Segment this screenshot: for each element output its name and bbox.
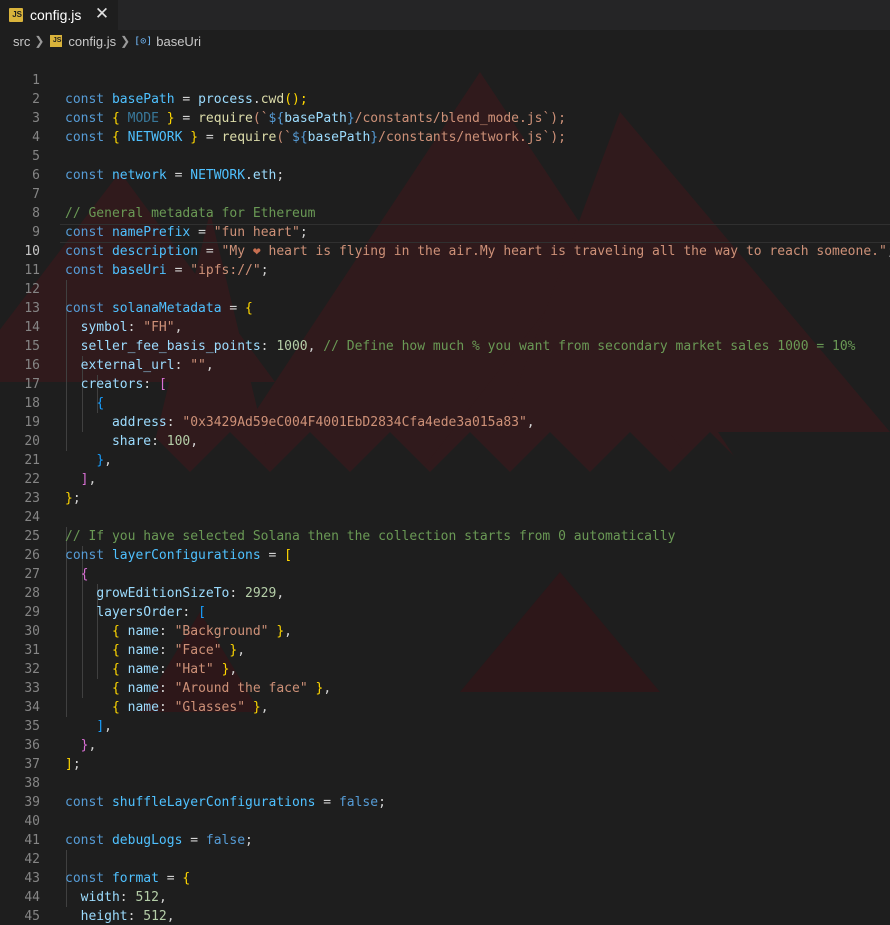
code-line: 35 }, (0, 698, 96, 753)
code-line: 37 (0, 736, 40, 772)
code-line: 9 const description = "My ❤ heart is fly… (0, 204, 890, 259)
code-line: 45 smoothing: false, (0, 888, 40, 924)
code-line: 25 const layerConfigurations = [ (0, 508, 292, 563)
code-line: 13 symbol: "FH", (0, 280, 182, 335)
breadcrumb-symbol[interactable]: baseUri (156, 34, 201, 49)
code-line: 4 (0, 109, 40, 145)
code-line: 33 { name: "Glasses" }, (0, 660, 268, 715)
code-line: 26 { (0, 527, 88, 582)
code-line: 30 { name: "Face" }, (0, 603, 245, 658)
breadcrumb: src ❯ JS config.js ❯ [⊙] baseUri (0, 30, 890, 52)
code-line: 8 const namePrefix = "fun heart"; (0, 185, 307, 240)
breadcrumb-folder[interactable]: src (13, 34, 30, 49)
code-line: 42 const format = { (0, 831, 190, 886)
code-line: 40 const debugLogs = false; (0, 793, 253, 848)
code-line: 34 ], (0, 679, 112, 734)
code-line: 17 { (0, 356, 104, 411)
code-line: 18 address: "0x3429Ad59eC004F4001EbD2834… (0, 375, 534, 430)
code-line: 39 (0, 774, 40, 810)
code-line: 38 const shuffleLayerConfigurations = fa… (0, 755, 386, 810)
code-line: 32 { name: "Around the face" }, (0, 641, 331, 696)
code-line: 44 height: 512, (0, 869, 174, 924)
code-line: 28 layersOrder: [ (0, 565, 206, 620)
javascript-file-icon: JS (50, 35, 63, 47)
code-line: 15 external_url: "", (0, 318, 213, 373)
heart-emoji: ❤ (252, 244, 261, 259)
javascript-file-icon: JS (9, 8, 23, 22)
code-line: 16 creators: [ (0, 337, 166, 392)
tab-bar: JS config.js ✕ (0, 0, 890, 30)
code-line: 12 const solanaMetadata = { (0, 261, 253, 316)
chevron-right-icon: ❯ (34, 34, 45, 48)
code-line: 11 (0, 242, 40, 278)
code-line: 43 width: 512, (0, 850, 166, 905)
code-line: 3 const { NETWORK } = require(`${basePat… (0, 90, 566, 145)
code-line: 22 }; (0, 451, 80, 506)
code-line: 36 ]; (0, 717, 80, 772)
code-line: 14 seller_fee_basis_points: 1000, // Def… (0, 299, 855, 354)
breadcrumb-file[interactable]: config.js (68, 34, 116, 49)
code-line: 21 ], (0, 432, 96, 487)
code-line: 29 { name: "Background" }, (0, 584, 292, 639)
chevron-right-icon: ❯ (120, 34, 131, 48)
code-line: 27 growEditionSizeTo: 2929, (0, 546, 284, 601)
code-line: 31 { name: "Hat" }, (0, 622, 237, 677)
code-line: 20 }, (0, 413, 112, 468)
close-icon[interactable]: ✕ (92, 3, 112, 25)
code-line: 46 }; (0, 907, 31, 925)
code-line: 6 (0, 147, 40, 183)
variable-symbol-icon: [⊙] (134, 35, 153, 47)
code-line: 19 share: 100, (0, 394, 198, 449)
code-line: 41 (0, 812, 40, 848)
code-line-active: 10 const baseUri = "ipfs://"; (0, 223, 268, 278)
code-line: 2 const { MODE } = require(`${basePath}/… (0, 71, 566, 126)
code-line: 5 const network = NETWORK.eth; (0, 128, 284, 183)
code-line: 7 // General metadata for Ethereum (0, 166, 315, 221)
tab-config-js[interactable]: JS config.js ✕ (0, 0, 119, 30)
code-line: 1 const basePath = process.cwd(); (0, 52, 308, 107)
code-line: 23 (0, 470, 40, 506)
code-line: 24 // If you have selected Solana then t… (0, 489, 675, 544)
code-editor[interactable]: 1 const basePath = process.cwd(); 2 cons… (0, 52, 890, 925)
tab-label: config.js (30, 7, 82, 23)
